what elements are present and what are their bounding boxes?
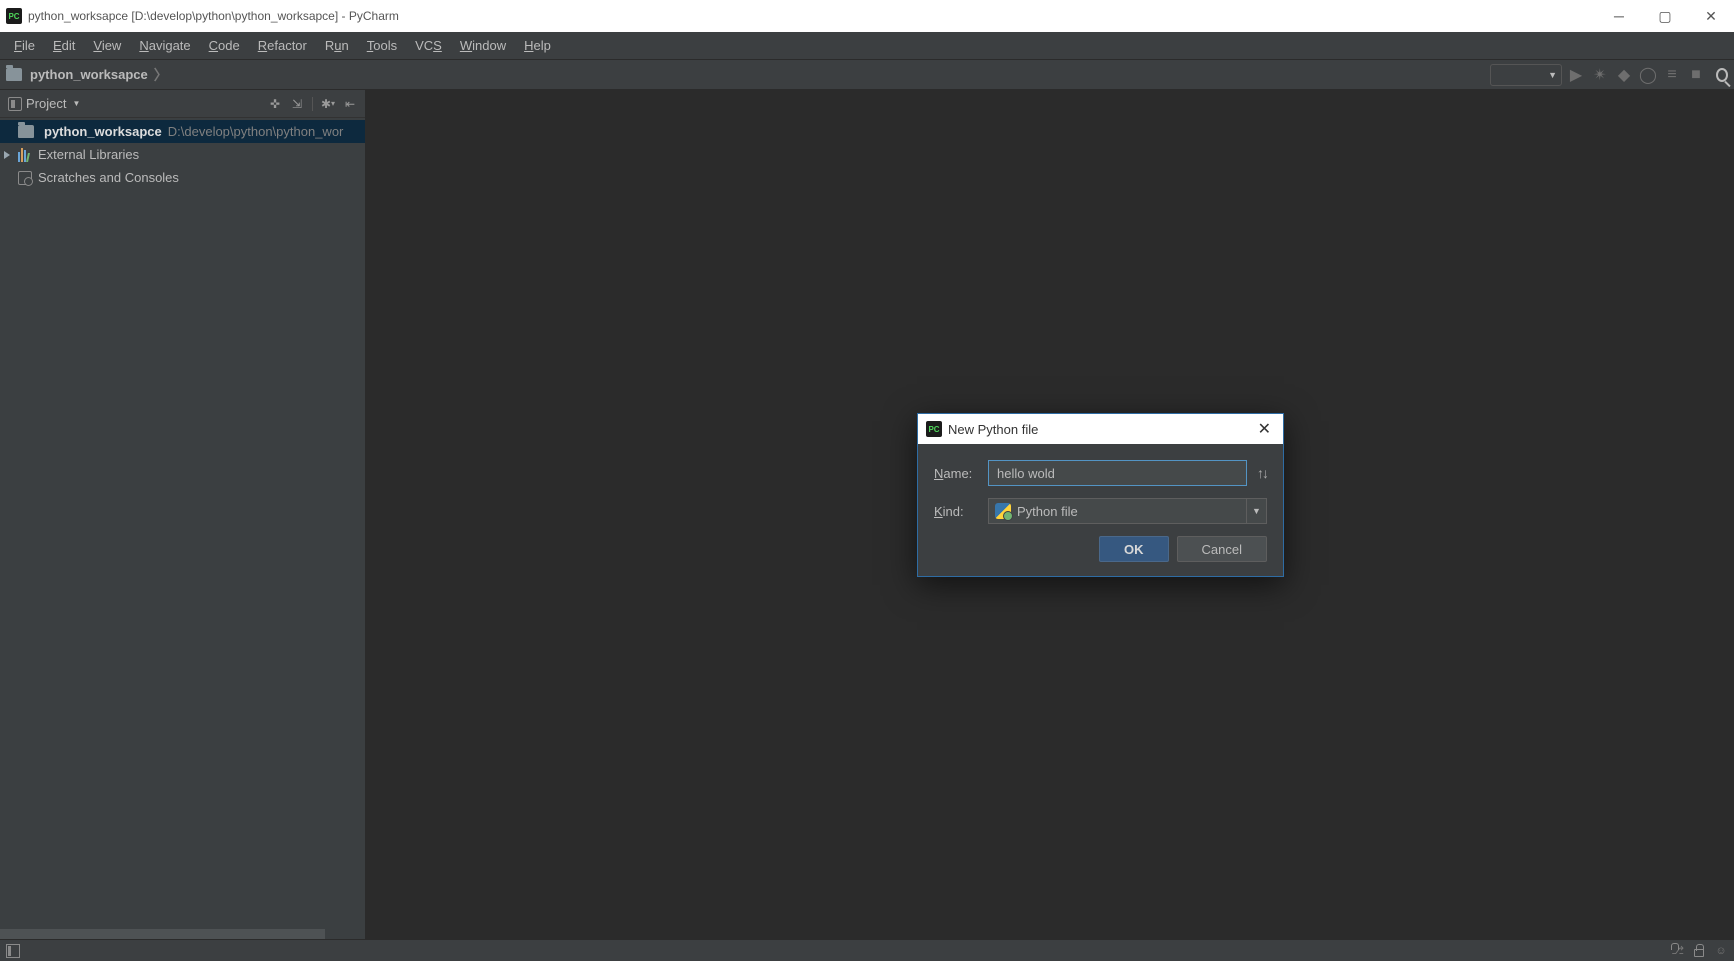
locate-icon[interactable]: ✜: [268, 97, 282, 111]
new-python-file-dialog: New Python file ✕ Name: ↑↓ Kind: Python …: [917, 413, 1284, 577]
settings-icon[interactable]: ✱▾: [321, 97, 335, 111]
run-icon[interactable]: ▶: [1568, 67, 1584, 83]
menu-window[interactable]: Window: [452, 36, 514, 55]
close-button[interactable]: ✕: [1688, 0, 1734, 32]
project-tool-window: Project ▼ ✜ ⇲ ✱▾ ⇤ python_worksapce D:\d…: [0, 90, 366, 939]
tree-node-project-root[interactable]: python_worksapce D:\develop\python\pytho…: [0, 120, 365, 143]
pycharm-icon: [6, 8, 22, 24]
main-menu: File Edit View Navigate Code Refactor Ru…: [0, 32, 1734, 60]
tree-node-path: D:\develop\python\python_wor: [168, 124, 344, 139]
chevron-right-icon: 〉: [154, 65, 168, 85]
run-toolbar: ▶ ✴ ◆ ◯ ≡ ■: [1568, 67, 1728, 83]
menu-edit[interactable]: Edit: [45, 36, 83, 55]
debug-icon[interactable]: ✴: [1592, 67, 1608, 83]
tree-node-scratches[interactable]: Scratches and Consoles: [0, 166, 365, 189]
lock-icon[interactable]: [1692, 944, 1706, 958]
project-view-icon: [8, 97, 22, 111]
menu-vcs[interactable]: VCS: [407, 36, 450, 55]
menu-view[interactable]: View: [85, 36, 129, 55]
coverage-icon[interactable]: ◆: [1616, 67, 1632, 83]
separator: [312, 97, 313, 111]
search-everywhere-icon[interactable]: [1712, 67, 1728, 83]
pycharm-icon: [926, 421, 942, 437]
editor-area: Search Everywhere Double Shift New Pytho…: [366, 90, 1734, 939]
scratches-icon: [18, 171, 32, 185]
name-input[interactable]: [988, 460, 1247, 486]
menu-tools[interactable]: Tools: [359, 36, 405, 55]
cancel-button[interactable]: Cancel: [1177, 536, 1267, 562]
dialog-titlebar[interactable]: New Python file ✕: [918, 414, 1283, 444]
tool-windows-toggle-icon[interactable]: [6, 944, 20, 958]
kind-dropdown[interactable]: Python file ▼: [988, 498, 1267, 524]
name-label: Name:: [934, 466, 978, 481]
maximize-button[interactable]: ▢: [1642, 0, 1688, 32]
project-tree[interactable]: python_worksapce D:\develop\python\pytho…: [0, 118, 365, 191]
breadcrumb[interactable]: python_worksapce 〉: [6, 65, 168, 85]
folder-icon: [18, 125, 34, 138]
tree-node-label: Scratches and Consoles: [38, 170, 179, 185]
breadcrumb-root: python_worksapce: [30, 67, 148, 82]
sort-toggle-icon[interactable]: ↑↓: [1257, 465, 1267, 481]
menu-navigate[interactable]: Navigate: [131, 36, 198, 55]
collapse-all-icon[interactable]: ⇲: [290, 97, 304, 111]
tree-node-external-libraries[interactable]: External Libraries: [0, 143, 365, 166]
tree-node-label: python_worksapce: [44, 124, 162, 139]
profiler-icon[interactable]: ◯: [1640, 67, 1656, 83]
ok-button[interactable]: OK: [1099, 536, 1169, 562]
folder-icon: [6, 68, 22, 81]
window-title: python_worksapce [D:\develop\python\pyth…: [28, 9, 1596, 23]
window-titlebar: python_worksapce [D:\develop\python\pyth…: [0, 0, 1734, 32]
stop-icon[interactable]: ■: [1688, 67, 1704, 83]
menu-help[interactable]: Help: [516, 36, 559, 55]
menu-code[interactable]: Code: [201, 36, 248, 55]
kind-label: Kind:: [934, 504, 978, 519]
status-bar: ⎇ ☺: [0, 939, 1734, 961]
close-icon[interactable]: ✕: [1254, 419, 1275, 439]
run-configuration-dropdown[interactable]: ▼: [1490, 64, 1562, 86]
python-file-icon: [995, 503, 1011, 519]
project-panel-title[interactable]: Project ▼: [8, 96, 262, 111]
tree-node-label: External Libraries: [38, 147, 139, 162]
library-icon: [18, 148, 32, 162]
chevron-right-icon: [4, 151, 10, 159]
chevron-down-icon: ▼: [72, 99, 80, 108]
horizontal-scrollbar-thumb[interactable]: [0, 929, 325, 939]
menu-run[interactable]: Run: [317, 36, 357, 55]
concurrency-icon[interactable]: ≡: [1664, 67, 1680, 83]
menu-refactor[interactable]: Refactor: [250, 36, 315, 55]
inspections-icon[interactable]: ☺: [1714, 944, 1728, 958]
project-panel-header: Project ▼ ✜ ⇲ ✱▾ ⇤: [0, 90, 365, 118]
menu-file[interactable]: File: [6, 36, 43, 55]
git-branch-icon[interactable]: ⎇: [1670, 944, 1684, 958]
dialog-title: New Python file: [948, 422, 1254, 437]
minimize-button[interactable]: ─: [1596, 0, 1642, 32]
window-controls: ─ ▢ ✕: [1596, 0, 1734, 32]
kind-value: Python file: [1017, 504, 1260, 519]
hide-icon[interactable]: ⇤: [343, 97, 357, 111]
chevron-down-icon: ▼: [1246, 499, 1266, 523]
navigation-bar: python_worksapce 〉 ▼ ▶ ✴ ◆ ◯ ≡ ■: [0, 60, 1734, 90]
main-content: Project ▼ ✜ ⇲ ✱▾ ⇤ python_worksapce D:\d…: [0, 90, 1734, 939]
